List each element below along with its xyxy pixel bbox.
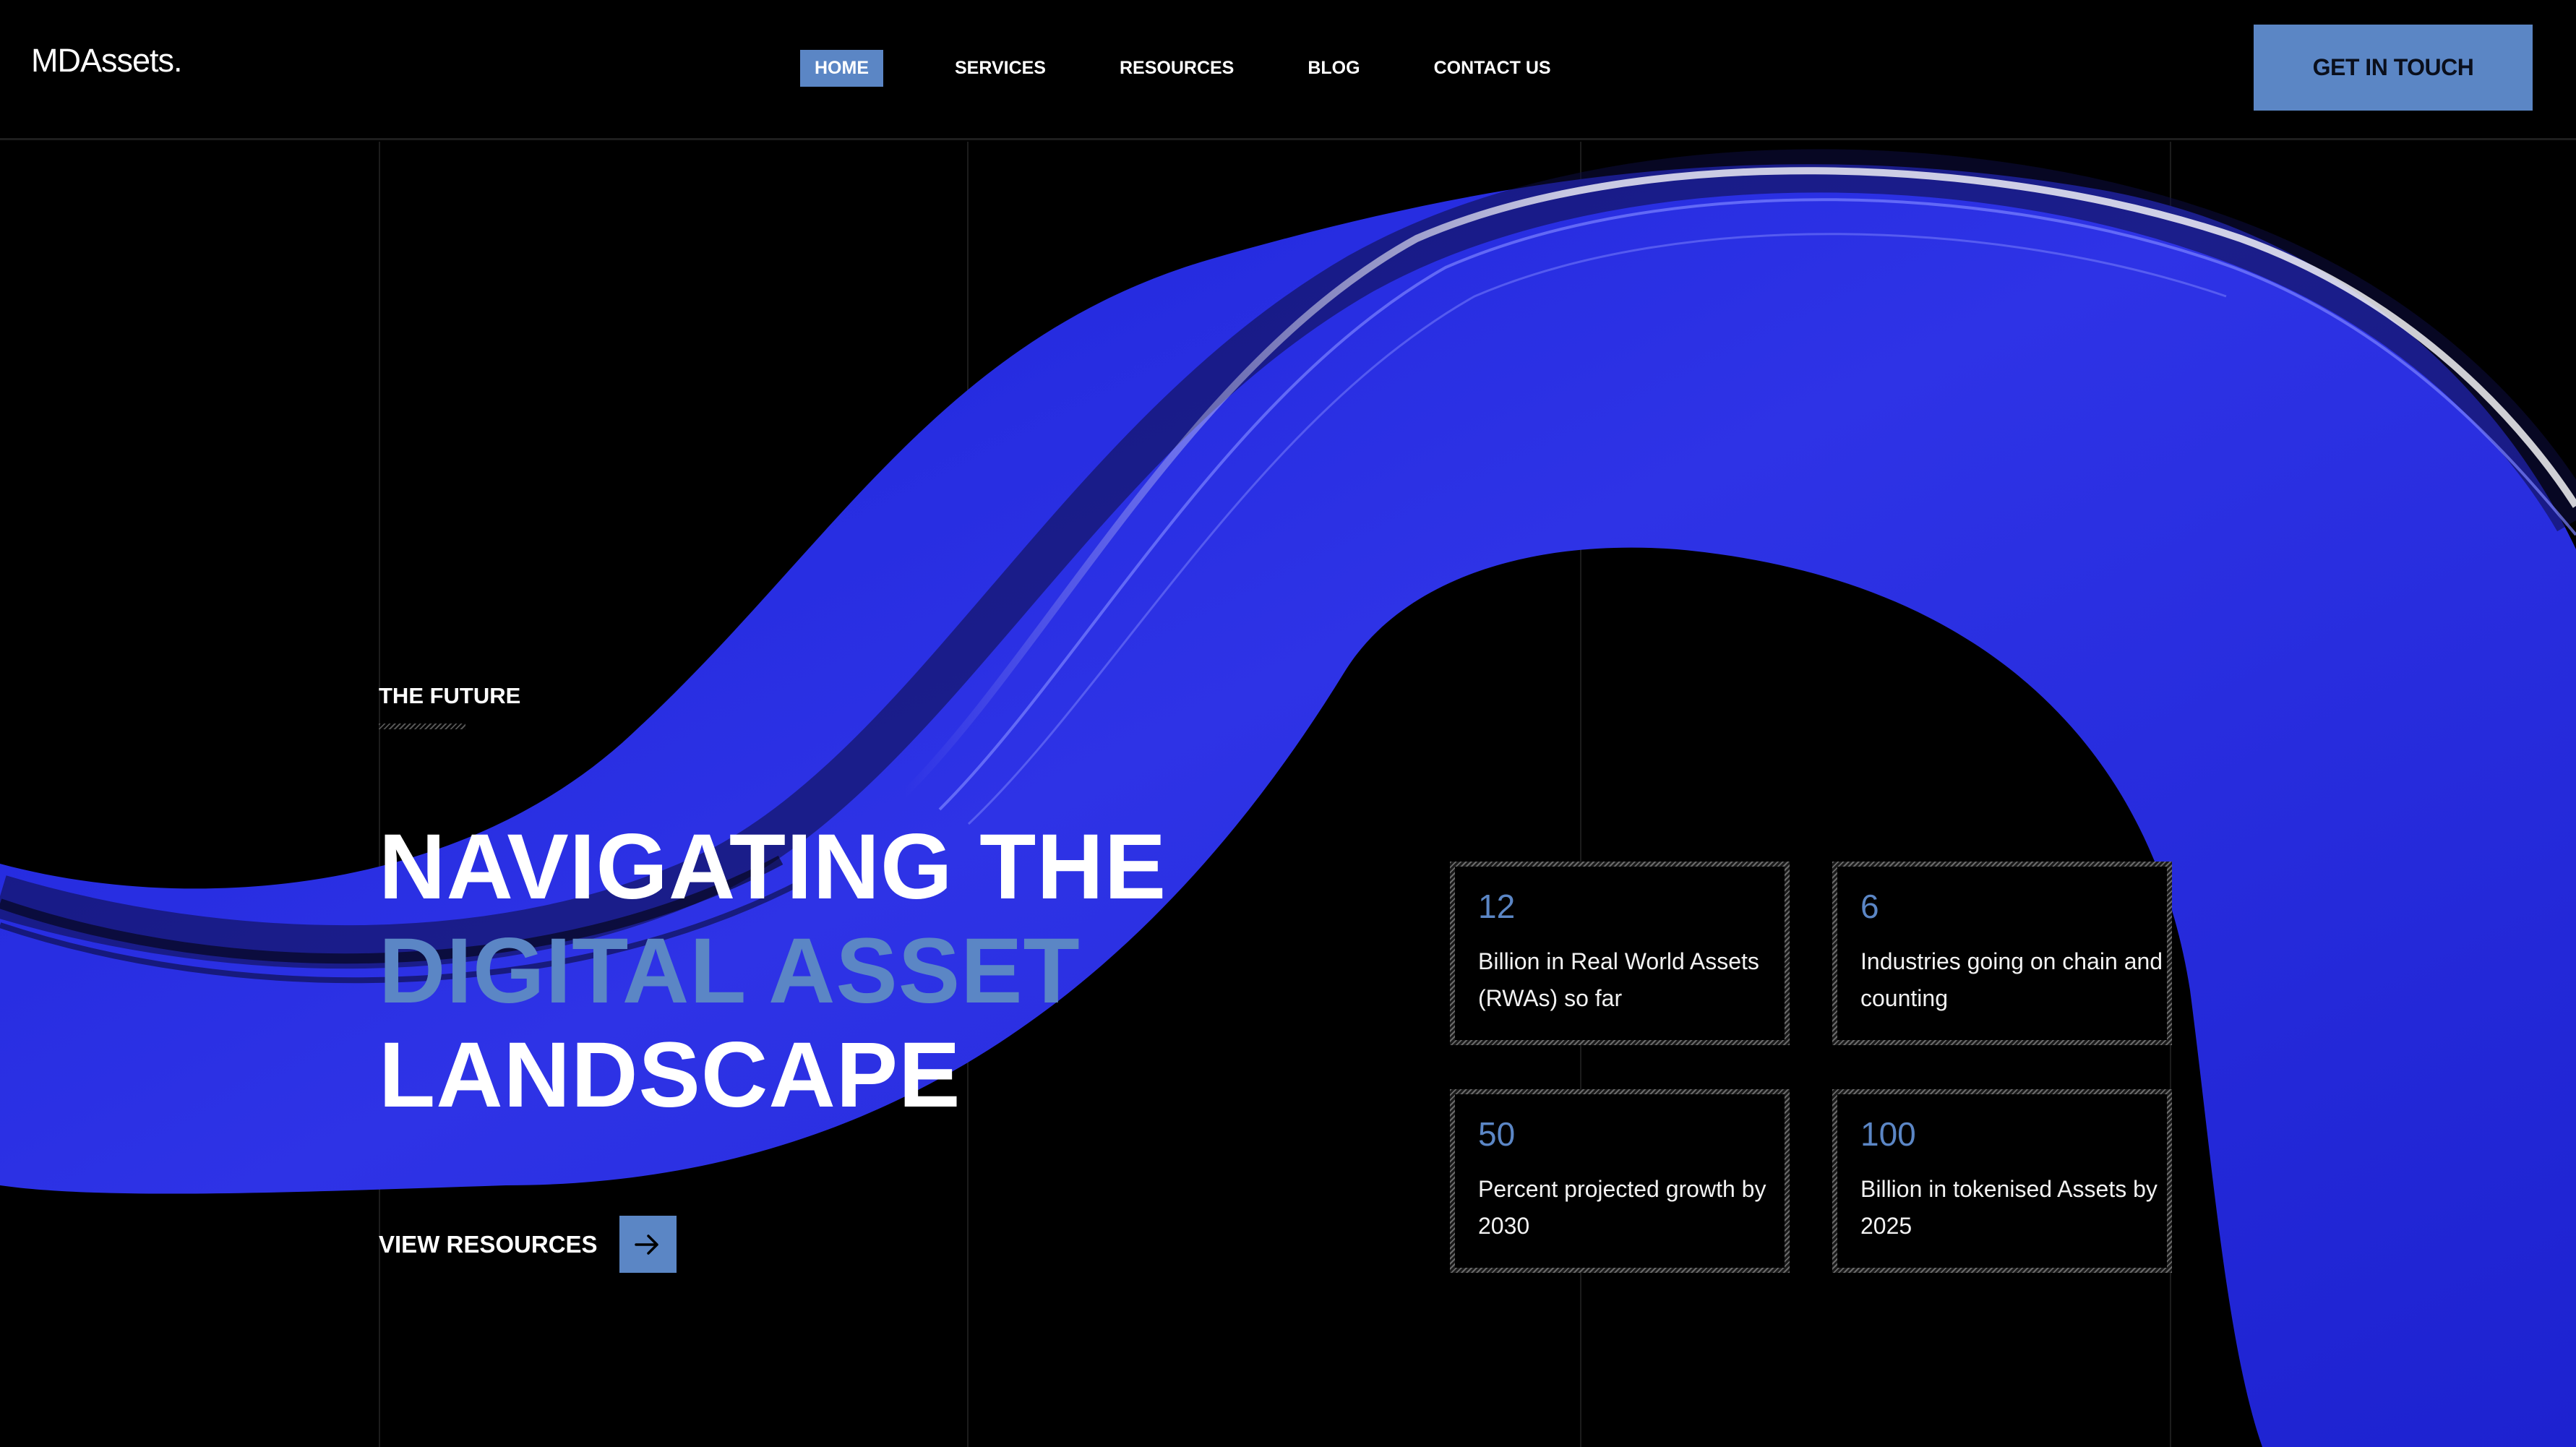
nav-item-resources[interactable]: RESOURCES <box>1105 50 1248 87</box>
headline-line-1: NAVIGATING THE <box>379 815 1167 919</box>
stat-value: 100 <box>1860 1115 1916 1153</box>
stat-card: 100 Billion in tokenised Assets by 2025 <box>1832 1089 2172 1273</box>
arrow-right-icon <box>635 1234 658 1255</box>
stat-label: Industries going on chain and counting <box>1860 948 2163 1011</box>
headline-line-3: LANDSCAPE <box>379 1023 961 1127</box>
get-in-touch-button[interactable]: GET IN TOUCH <box>2254 25 2533 111</box>
nav-item-services[interactable]: SERVICES <box>940 50 1060 87</box>
stat-card: 12 Billion in Real World Assets (RWAs) s… <box>1450 862 1790 1045</box>
stat-value: 6 <box>1860 888 1879 925</box>
eyebrow-underline <box>379 724 465 729</box>
hero-eyebrow: THE FUTURE <box>379 683 521 708</box>
stat-card: 6 Industries going on chain and counting <box>1832 862 2172 1045</box>
stat-label: Billion in tokenised Assets by 2025 <box>1860 1176 2158 1239</box>
stat-card: 50 Percent projected growth by 2030 <box>1450 1089 1790 1273</box>
site-logo[interactable]: MDAssets. <box>31 42 183 80</box>
stat-label: Billion in Real World Assets (RWAs) so f… <box>1478 948 1759 1011</box>
view-resources-link[interactable]: VIEW RESOURCES <box>379 1216 677 1273</box>
arrow-right-button[interactable] <box>619 1216 677 1273</box>
stat-label: Percent projected growth by 2030 <box>1478 1176 1766 1239</box>
stat-value: 50 <box>1478 1115 1516 1153</box>
hero-headline: NAVIGATING THE DIGITAL ASSET LANDSCAPE <box>379 815 1167 1128</box>
nav-item-contact-us[interactable]: CONTACT US <box>1420 50 1566 87</box>
headline-line-2: DIGITAL ASSET <box>379 919 1081 1023</box>
site-header: MDAssets. HOME SERVICES RESOURCES BLOG C… <box>0 0 2576 140</box>
stat-value: 12 <box>1478 888 1516 925</box>
main-nav: HOME SERVICES RESOURCES BLOG CONTACT US <box>800 50 1610 87</box>
view-resources-label: VIEW RESOURCES <box>379 1230 598 1258</box>
nav-item-home[interactable]: HOME <box>800 50 883 87</box>
nav-item-blog[interactable]: BLOG <box>1293 50 1374 87</box>
